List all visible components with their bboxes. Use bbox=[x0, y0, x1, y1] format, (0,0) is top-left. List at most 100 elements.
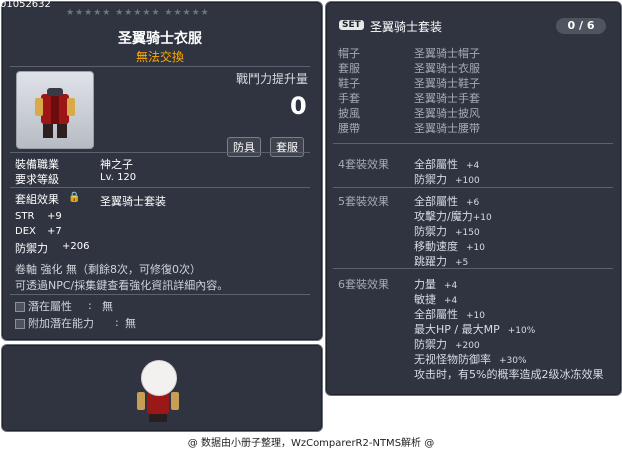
set-piece-name: 圣翼骑士衣服 bbox=[414, 62, 480, 75]
set-piece-name: 圣翼骑士手套 bbox=[414, 92, 480, 105]
set-effect-row: 跳躍力 +5 bbox=[414, 253, 468, 269]
set-effect-value: 圣翼骑士套装 bbox=[100, 195, 166, 208]
effect-value: +10% bbox=[507, 326, 536, 336]
job-label: 裝備職業 bbox=[15, 158, 59, 171]
category-chip-armor: 防具 bbox=[227, 137, 261, 157]
item-icon bbox=[16, 71, 94, 149]
divider bbox=[10, 294, 310, 295]
avatar-legs bbox=[149, 414, 167, 422]
set-effect-row: 移動速度 +10 bbox=[414, 238, 485, 254]
set-effect-row: 全部屬性 +4 bbox=[414, 156, 479, 172]
level-label: 要求等級 bbox=[15, 173, 59, 186]
set-piece-slot: 帽子 bbox=[338, 47, 360, 60]
additional-potential-row: 附加潛在能力 bbox=[15, 315, 94, 331]
potential-bullet-icon bbox=[15, 302, 25, 312]
set-badge: SET bbox=[339, 20, 364, 30]
effect-name: 力量 bbox=[414, 278, 436, 291]
divider bbox=[333, 187, 613, 188]
effect-name: 攻擊力/魔力 bbox=[414, 210, 473, 223]
potential-row: 潛在屬性 bbox=[15, 298, 72, 314]
avatar-left-shoulder bbox=[137, 392, 145, 410]
effect-name: 最大HP / 最大MP bbox=[414, 323, 500, 336]
lock-icon: 🔒 bbox=[68, 192, 81, 203]
effect-value: +30% bbox=[499, 356, 527, 366]
npc-hint: 可透過NPC/採集鍵查看強化資訊詳細內容。 bbox=[15, 279, 229, 292]
set-effect-5-head: 5套裝效果 bbox=[338, 195, 389, 208]
effect-value: +4 bbox=[444, 281, 458, 291]
potential-value: 無 bbox=[102, 300, 113, 313]
scroll-info: 卷軸 強化 無（剩餘8次，可修復0次） bbox=[15, 263, 201, 276]
stat-name: 防禦力 bbox=[15, 242, 48, 255]
divider bbox=[333, 268, 613, 269]
divider bbox=[333, 143, 613, 144]
set-piece-name: 圣翼骑士鞋子 bbox=[414, 77, 480, 90]
set-effect-row: 全部屬性 +6 bbox=[414, 193, 479, 209]
effect-name: 防禦力 bbox=[414, 225, 447, 238]
footer-credit: @ 数据由小册子整理，WzComparerR2-NTMS解析 @ bbox=[187, 438, 435, 449]
armor-icon bbox=[35, 88, 75, 138]
set-piece-slot: 套服 bbox=[338, 62, 360, 75]
category-chip-suit: 套服 bbox=[270, 137, 304, 157]
effect-name: 全部屬性 bbox=[414, 195, 458, 208]
power-value: 0 bbox=[290, 92, 307, 120]
avatar-right-shoulder bbox=[171, 392, 179, 410]
set-effect-row: 最大HP / 最大MP +10% bbox=[414, 321, 535, 337]
set-effect-row: 敏捷 +4 bbox=[414, 291, 457, 307]
effect-value: +6 bbox=[466, 198, 480, 208]
effect-value: +10 bbox=[466, 243, 485, 253]
set-effect-row: 攻擊力/魔力+10 bbox=[414, 208, 492, 224]
effect-name: 防禦力 bbox=[414, 338, 447, 351]
set-piece-slot: 披風 bbox=[338, 107, 360, 120]
set-effect-row: 防禦力 +200 bbox=[414, 336, 480, 352]
effect-value: +200 bbox=[455, 341, 480, 351]
stat-value: +206 bbox=[62, 241, 90, 252]
item-title: 圣翼骑士衣服 bbox=[118, 31, 202, 47]
set-piece-slot: 腰帶 bbox=[338, 122, 360, 135]
divider bbox=[10, 152, 310, 153]
item-id: 01052632 bbox=[0, 0, 51, 10]
additional-potential-bullet-icon bbox=[15, 319, 25, 329]
stat-value: +9 bbox=[47, 211, 62, 222]
set-piece-name: 圣翼骑士披风 bbox=[414, 107, 480, 120]
additional-potential-colon: : bbox=[115, 316, 119, 329]
set-piece-slot: 鞋子 bbox=[338, 77, 360, 90]
effect-value: +4 bbox=[444, 296, 458, 306]
stat-value: +7 bbox=[47, 226, 62, 237]
effect-name: 无视怪物防御率 bbox=[414, 353, 491, 366]
avatar-head bbox=[141, 360, 177, 396]
additional-potential-value: 無 bbox=[125, 317, 136, 330]
divider bbox=[10, 66, 310, 67]
effect-value: +10 bbox=[472, 213, 492, 223]
star-force-stars: ★★★★★ ★★★★★ ★★★★★ bbox=[66, 8, 210, 18]
effect-value: +4 bbox=[466, 161, 480, 171]
stat-name: STR bbox=[15, 211, 35, 222]
set-count: 0 / 6 bbox=[556, 18, 606, 34]
effect-name: 移動速度 bbox=[414, 240, 458, 253]
effect-value: +10 bbox=[466, 311, 485, 321]
set-effect-row: 防禦力 +150 bbox=[414, 223, 480, 239]
additional-potential-label: 附加潛在能力 bbox=[28, 317, 94, 330]
divider bbox=[10, 187, 310, 188]
set-title: 圣翼骑士套装 bbox=[370, 20, 443, 34]
stat-name: DEX bbox=[15, 226, 36, 237]
set-piece-slot: 手套 bbox=[338, 92, 360, 105]
set-effect-row: 攻击时，有5%的概率造成2级冰冻效果 bbox=[414, 366, 603, 382]
level-value: Lv. 120 bbox=[100, 172, 137, 183]
set-effect-row: 全部屬性 +10 bbox=[414, 306, 485, 322]
set-effect-row: 无视怪物防御率 +30% bbox=[414, 351, 527, 367]
set-piece-name: 圣翼骑士腰带 bbox=[414, 122, 480, 135]
trade-status: 無法交換 bbox=[135, 50, 184, 64]
effect-value: +5 bbox=[455, 258, 469, 268]
effect-value: +100 bbox=[455, 176, 480, 186]
power-label: 戰鬥力提升量 bbox=[236, 72, 309, 86]
effect-name: 跳躍力 bbox=[414, 255, 447, 268]
effect-name: 防禦力 bbox=[414, 173, 447, 186]
set-effect-6-head: 6套裝效果 bbox=[338, 278, 389, 291]
effect-name: 攻击时，有5%的概率造成2级冰冻效果 bbox=[414, 368, 604, 381]
potential-label: 潛在屬性 bbox=[28, 300, 72, 313]
set-effect-4-head: 4套裝效果 bbox=[338, 158, 389, 171]
set-piece-name: 圣翼骑士帽子 bbox=[414, 47, 480, 60]
job-value: 神之子 bbox=[100, 158, 133, 171]
effect-value: +150 bbox=[455, 228, 480, 238]
set-effect-row: 防禦力 +100 bbox=[414, 171, 480, 187]
